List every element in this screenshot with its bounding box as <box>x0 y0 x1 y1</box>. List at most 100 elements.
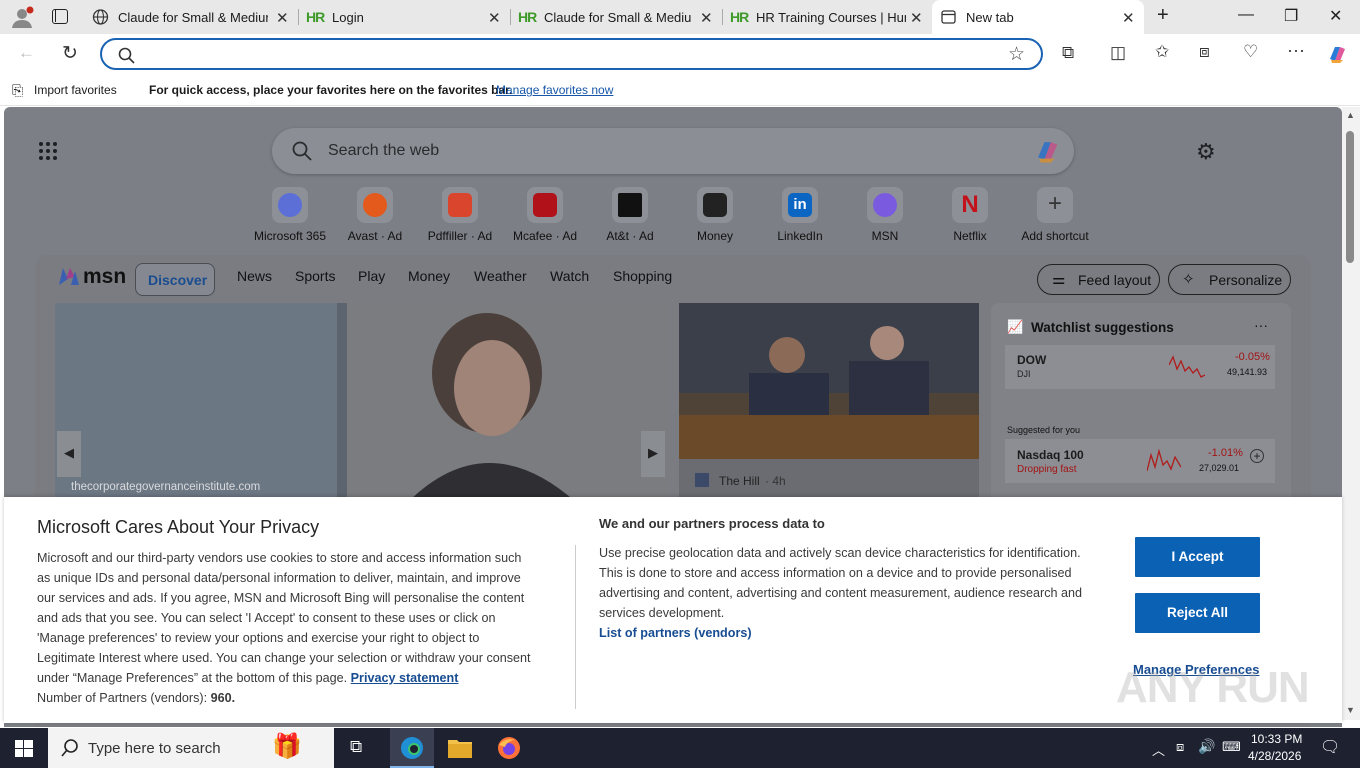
tab-title: Claude for Small & Medium <box>118 10 268 25</box>
manage-favorites-link[interactable]: Manage favorites now <box>496 83 613 97</box>
scroll-up-icon[interactable]: ▲ <box>1346 110 1355 120</box>
stock-row-nasdaq[interactable]: Nasdaq 100 Dropping fast -1.01% 27,029.0… <box>1005 439 1275 483</box>
tray-chevron-up-icon[interactable]: ︿ <box>1152 740 1165 759</box>
firefox-icon[interactable] <box>497 736 521 760</box>
minimize-icon[interactable]: — <box>1238 6 1254 24</box>
shortcut-netflix[interactable]: N Netflix <box>928 187 1012 243</box>
nav-sports[interactable]: Sports <box>295 268 335 284</box>
split-screen-icon[interactable]: ◫ <box>1110 43 1126 63</box>
settings-gear-icon[interactable]: ⚙ <box>1196 139 1216 165</box>
profile-avatar-icon[interactable] <box>10 6 34 28</box>
shortcut-label: LinkedIn <box>777 229 823 243</box>
reject-all-button[interactable]: Reject All <box>1135 593 1260 633</box>
feed-layout-button[interactable]: ⚌ Feed layout <box>1037 264 1160 295</box>
nav-watch[interactable]: Watch <box>550 268 589 284</box>
nav-weather[interactable]: Weather <box>474 268 527 284</box>
msn-logo-icon <box>59 268 79 285</box>
nav-news[interactable]: News <box>237 268 272 284</box>
shortcut-microsoft365[interactable]: Microsoft 365 <box>248 187 332 243</box>
restore-icon[interactable]: ❐ <box>1284 6 1298 26</box>
more-options-icon[interactable]: ··· <box>1254 317 1268 333</box>
tab-login[interactable]: HR Login ✕ <box>298 0 511 34</box>
search-placeholder: Search the web <box>328 142 440 159</box>
accept-button[interactable]: I Accept <box>1135 537 1260 577</box>
favorites-message: For quick access, place your favorites h… <box>149 83 513 97</box>
notifications-icon[interactable]: 🗨 <box>1320 737 1340 757</box>
tab-new-tab[interactable]: New tab ✕ <box>932 0 1144 34</box>
stock-value: 49,141.93 <box>1227 367 1268 377</box>
favorite-star-icon[interactable]: ☆ <box>1008 43 1025 66</box>
carousel-prev-button[interactable]: ◀ <box>57 431 81 477</box>
extensions-icon[interactable]: ⧉ <box>1062 43 1074 63</box>
close-tab-icon[interactable]: ✕ <box>488 9 501 27</box>
shortcut-money[interactable]: Money <box>673 187 757 243</box>
volume-icon[interactable]: 🔊 <box>1198 738 1215 755</box>
carousel-next-button[interactable]: ▶ <box>641 431 665 477</box>
news-card[interactable]: The Hill · 4h <box>679 303 979 503</box>
page-scrollbar[interactable]: ▲ ▼ <box>1342 107 1360 720</box>
shortcut-pdffiller[interactable]: Pdffiller · Ad <box>418 187 502 243</box>
clock-time[interactable]: 10:33 PM <box>1251 732 1302 746</box>
scrollbar-thumb[interactable] <box>1346 131 1354 263</box>
hr-logo-icon: HR <box>730 9 749 25</box>
tab-claude-2[interactable]: HR Claude for Small & Medium ✕ <box>510 0 723 34</box>
close-window-icon[interactable]: ✕ <box>1329 6 1342 26</box>
shortcut-mcafee[interactable]: Mcafee · Ad <box>503 187 587 243</box>
nav-shopping[interactable]: Shopping <box>613 268 672 284</box>
purposes-line: This is done to store and access informa… <box>599 566 1072 580</box>
shortcut-avast[interactable]: Avast · Ad <box>333 187 417 243</box>
web-search-box[interactable]: Search the web <box>272 128 1074 174</box>
favorites-icon[interactable]: ✩ <box>1155 42 1169 62</box>
windows-start-icon[interactable] <box>15 740 33 757</box>
close-tab-icon[interactable]: ✕ <box>700 9 713 27</box>
personalize-button[interactable]: ✧ Personalize <box>1168 264 1291 295</box>
microsoft365-icon <box>278 193 302 217</box>
browser-toolbar: ← ↻ ☆ ⧉ ◫ ✩ ⧈ ♡ ··· <box>0 34 1360 74</box>
stock-row-dow[interactable]: DOW DJI -0.05% 49,141.93 <box>1005 345 1275 389</box>
network-icon[interactable]: ⧈ <box>1176 739 1184 755</box>
new-tab-plus-icon[interactable]: + <box>1157 4 1169 27</box>
shortcut-linkedin[interactable]: in LinkedIn <box>758 187 842 243</box>
hr-logo-icon: HR <box>306 9 325 25</box>
close-tab-icon[interactable]: ✕ <box>276 9 289 27</box>
purposes-line: advertising and content, advertising and… <box>599 586 1083 600</box>
collections-icon[interactable]: ⧈ <box>1199 42 1210 62</box>
privacy-statement-link[interactable]: Privacy statement <box>351 671 459 685</box>
copilot-icon[interactable] <box>1326 43 1348 65</box>
clock-date[interactable]: 4/28/2026 <box>1248 749 1301 763</box>
taskbar-edge[interactable] <box>390 728 434 768</box>
task-view-icon[interactable]: ⧉ <box>350 737 362 757</box>
browser-essentials-icon[interactable]: ♡ <box>1243 42 1258 62</box>
address-input[interactable] <box>142 44 992 64</box>
import-favorites-button[interactable]: Import favorites <box>34 83 117 97</box>
tab-actions-icon[interactable] <box>52 9 68 24</box>
add-shortcut-button[interactable]: + Add shortcut <box>1013 187 1097 243</box>
refresh-icon[interactable]: ↻ <box>62 42 78 65</box>
hero-source: thecorporategovernanceinstitute.com <box>71 481 261 493</box>
address-bar[interactable]: ☆ <box>100 38 1043 70</box>
app-launcher-icon[interactable] <box>38 141 58 161</box>
more-menu-icon[interactable]: ··· <box>1287 40 1305 61</box>
news-source: The Hill <box>719 474 760 488</box>
close-tab-icon[interactable]: ✕ <box>910 9 923 27</box>
list-of-partners-link[interactable]: List of partners (vendors) <box>599 623 1109 643</box>
nav-play[interactable]: Play <box>358 268 385 284</box>
shortcut-label: Avast · Ad <box>347 229 403 243</box>
nav-discover-button[interactable]: Discover <box>135 263 215 296</box>
shortcut-att[interactable]: At&t · Ad <box>588 187 672 243</box>
taskbar-search-box[interactable]: Type here to search 🎁 <box>48 728 334 768</box>
close-tab-icon[interactable]: ✕ <box>1122 9 1135 27</box>
add-to-watchlist-icon[interactable]: + <box>1250 449 1264 463</box>
shortcut-msn[interactable]: MSN <box>843 187 927 243</box>
tab-claude-1[interactable]: Claude for Small & Medium ✕ <box>84 0 299 34</box>
partners-count: 960. <box>210 691 236 705</box>
hero-carousel-card[interactable]: ◀ ▶ thecorporategovernanceinstitute.com <box>55 303 667 503</box>
tab-hr-training[interactable]: HR HR Training Courses | Huma ✕ <box>722 0 932 34</box>
copilot-icon[interactable] <box>1032 137 1062 165</box>
nav-money[interactable]: Money <box>408 268 450 284</box>
scroll-down-icon[interactable]: ▼ <box>1346 705 1355 715</box>
back-icon[interactable]: ← <box>18 43 35 63</box>
language-icon[interactable]: ⌨ <box>1222 739 1241 755</box>
file-explorer-icon[interactable] <box>448 737 472 758</box>
purposes-title: We and our partners process data to <box>599 516 825 531</box>
